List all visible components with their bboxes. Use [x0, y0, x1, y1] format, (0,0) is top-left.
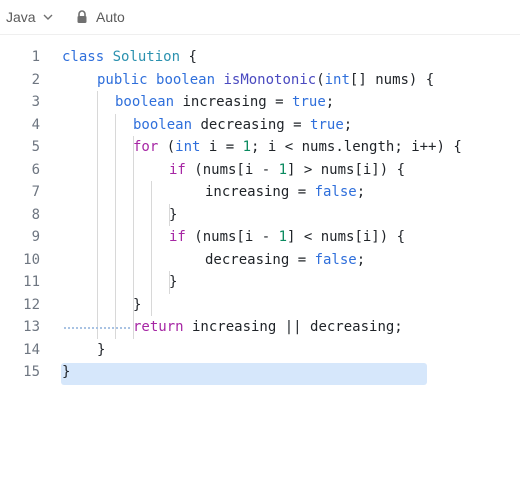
code-token: ; — [343, 116, 353, 133]
code-token: isMonotonic — [223, 71, 317, 88]
code-line[interactable]: 1 class Solution { — [0, 46, 520, 69]
line-number: 1 — [31, 49, 40, 65]
code-token: if — [169, 161, 186, 178]
code-token: } — [169, 274, 178, 290]
line-number: 4 — [31, 116, 40, 133]
code-token: 1 — [242, 139, 252, 155]
code-line[interactable]: 7 increasing = false; — [0, 181, 520, 204]
code-token: (nums[i - — [185, 161, 279, 178]
chevron-down-icon — [43, 14, 53, 20]
line-number: 5 — [31, 139, 40, 155]
code-token: ( — [316, 71, 325, 88]
code-token: { — [180, 49, 197, 65]
code-text: boolean increasing = true; — [115, 91, 334, 114]
code-token: true — [292, 94, 326, 110]
code-token: } — [97, 341, 106, 358]
code-text: decreasing = false; — [205, 249, 365, 272]
code-text: } — [169, 271, 177, 294]
line-number: 11 — [23, 274, 40, 290]
lock-icon — [77, 10, 87, 23]
code-text: for (int i = 1; i < nums.length; i++) { — [133, 136, 462, 159]
code-text: if (nums[i - 1] > nums[i]) { — [169, 159, 405, 182]
code-token: return — [133, 319, 184, 335]
code-text: if (nums[i - 1] < nums[i]) { — [169, 226, 405, 249]
code-token: ; — [356, 251, 366, 268]
code-token: int — [175, 139, 201, 155]
code-line[interactable]: 10 decreasing = false; — [0, 249, 520, 272]
code-token: (nums[i - — [185, 229, 279, 245]
code-line[interactable]: 15} — [0, 361, 520, 384]
code-editor[interactable]: 1 class Solution {2 public boolean isMonot… — [0, 46, 520, 386]
line-number: 13 — [23, 319, 40, 335]
code-line[interactable]: 14} — [0, 339, 520, 362]
code-line[interactable]: 2 public boolean isMonotonic(int[] nums) … — [0, 69, 520, 92]
line-number: 2 — [31, 71, 40, 88]
line-number: 10 — [23, 251, 40, 268]
code-token: int — [324, 71, 350, 88]
code-line[interactable]: 6 if (nums[i - 1] > nums[i]) { — [0, 159, 520, 182]
code-token: ; i < nums.length; i++) { — [251, 139, 462, 155]
code-text: boolean decreasing = true; — [133, 114, 352, 137]
code-line[interactable]: 12} — [0, 294, 520, 317]
line-number: 15 — [23, 364, 40, 380]
code-token: boolean — [156, 71, 216, 88]
language-label: Java — [6, 9, 36, 25]
code-text: } — [169, 204, 177, 227]
code-token: class — [62, 49, 105, 65]
whitespace-dots — [64, 327, 130, 329]
code-token: public — [97, 71, 148, 88]
editor-toolbar: Java Auto — [0, 0, 520, 35]
code-token: boolean — [133, 116, 193, 133]
code-line[interactable]: 5 for (int i = 1; i < nums.length; i++) { — [0, 136, 520, 159]
code-line[interactable]: 3 boolean increasing = true; — [0, 91, 520, 114]
code-token: } — [62, 364, 71, 380]
code-token: false — [314, 251, 357, 268]
code-token: ; — [356, 184, 366, 200]
code-token: 1 — [278, 161, 288, 178]
code-token: i = — [200, 139, 243, 155]
code-token: ; — [325, 94, 335, 110]
code-text: public boolean isMonotonic(int[] nums) { — [97, 69, 434, 92]
line-number: 12 — [23, 296, 40, 313]
code-token: } — [133, 296, 142, 313]
line-number: 8 — [31, 206, 40, 223]
code-token: [] nums) { — [349, 71, 435, 88]
auto-mode[interactable]: Auto — [76, 7, 125, 27]
code-line[interactable]: 9 if (nums[i - 1] < nums[i]) { — [0, 226, 520, 249]
code-text: } — [133, 294, 141, 317]
code-token: ] < nums[i]) { — [287, 229, 406, 245]
code-token: decreasing = — [205, 251, 315, 268]
code-token: decreasing = — [192, 116, 311, 133]
code-token: Solution — [112, 49, 181, 65]
code-token: boolean — [115, 94, 175, 110]
code-token: } — [169, 206, 178, 223]
code-token: false — [314, 184, 357, 200]
code-token: increasing || decreasing; — [183, 319, 403, 335]
code-text: increasing = false; — [205, 181, 365, 204]
code-token: if — [169, 229, 186, 245]
code-token: for — [133, 139, 159, 155]
code-token: ] > nums[i]) { — [287, 161, 406, 178]
line-number: 3 — [31, 94, 40, 110]
code-token: increasing = — [205, 184, 315, 200]
code-line[interactable]: 8} — [0, 204, 520, 227]
code-token: ( — [158, 139, 176, 155]
code-text: } — [97, 339, 105, 362]
code-token: 1 — [278, 229, 288, 245]
code-line[interactable]: 11} — [0, 271, 520, 294]
auto-label: Auto — [96, 9, 125, 25]
code-text: return increasing || decreasing; — [133, 316, 403, 339]
code-line[interactable]: 4 boolean decreasing = true; — [0, 114, 520, 137]
code-text: class Solution { — [62, 46, 197, 69]
line-number: 7 — [31, 184, 40, 200]
code-token: increasing = — [174, 94, 293, 110]
line-number: 6 — [31, 161, 40, 178]
line-number: 14 — [23, 341, 40, 358]
language-select[interactable]: Java — [6, 7, 54, 27]
line-number: 9 — [31, 229, 40, 245]
code-token: true — [310, 116, 344, 133]
code-text: } — [62, 361, 70, 384]
